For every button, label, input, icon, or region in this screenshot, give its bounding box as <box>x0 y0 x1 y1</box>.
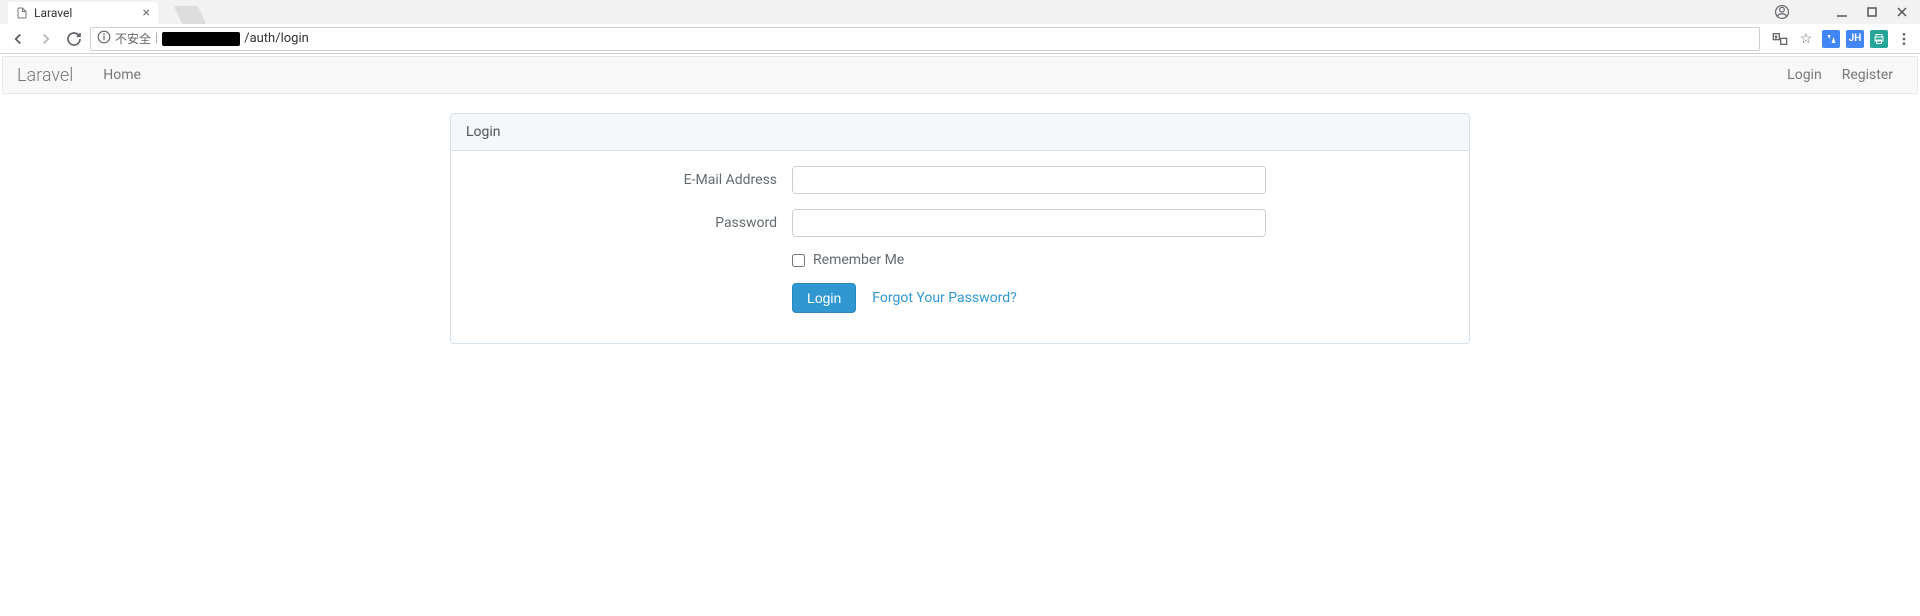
actions-row: Login Forgot Your Password? <box>466 283 1454 313</box>
close-window-icon[interactable] <box>1888 2 1916 22</box>
tab-title: Laravel <box>34 6 72 20</box>
security-label: 不安全 <box>115 30 151 47</box>
email-label: E-Mail Address <box>466 172 792 188</box>
forward-button[interactable] <box>34 27 58 51</box>
bookmark-star-icon[interactable]: ☆ <box>1796 29 1816 49</box>
address-bar[interactable]: 不安全 | /auth/login <box>90 27 1760 51</box>
app-navbar: Laravel Home Login Register <box>2 56 1918 94</box>
translate-icon[interactable] <box>1770 29 1790 49</box>
back-button[interactable] <box>6 27 30 51</box>
close-tab-icon[interactable]: × <box>143 5 150 21</box>
profile-icon[interactable] <box>1768 2 1796 22</box>
extension-jh-icon[interactable]: JH <box>1846 30 1864 48</box>
login-panel: Login E-Mail Address Password Remember M… <box>450 113 1470 344</box>
minimize-window-icon[interactable] <box>1828 2 1856 22</box>
browser-tab[interactable]: Laravel × <box>8 2 158 24</box>
remember-row: Remember Me <box>466 252 1454 268</box>
chrome-menu-icon[interactable] <box>1894 29 1914 49</box>
forgot-password-link[interactable]: Forgot Your Password? <box>860 284 1028 312</box>
email-row: E-Mail Address <box>466 166 1454 194</box>
nav-login[interactable]: Login <box>1777 67 1832 83</box>
maximize-window-icon[interactable] <box>1858 2 1886 22</box>
url-redacted <box>162 32 240 46</box>
email-field[interactable] <box>792 166 1266 194</box>
login-button[interactable]: Login <box>792 283 856 313</box>
remember-checkbox[interactable] <box>792 254 805 267</box>
url-path: /auth/login <box>244 31 309 46</box>
password-row: Password <box>466 209 1454 237</box>
new-tab-button[interactable] <box>174 6 206 24</box>
nav-home[interactable]: Home <box>93 67 151 83</box>
navbar-brand[interactable]: Laravel <box>17 65 73 86</box>
browser-toolbar: 不安全 | /auth/login ☆ JH <box>0 24 1920 54</box>
panel-body: E-Mail Address Password Remember Me <box>451 151 1469 343</box>
page-container: Login E-Mail Address Password Remember M… <box>390 94 1530 363</box>
nav-register[interactable]: Register <box>1832 67 1903 83</box>
browser-tab-strip: Laravel × <box>0 0 1920 24</box>
password-field[interactable] <box>792 209 1266 237</box>
page-icon <box>16 7 28 19</box>
password-label: Password <box>466 215 792 231</box>
info-icon <box>97 30 111 48</box>
extension-translate-icon[interactable] <box>1822 30 1840 48</box>
reload-button[interactable] <box>62 27 86 51</box>
panel-heading: Login <box>451 114 1469 151</box>
remember-label: Remember Me <box>813 252 904 268</box>
extension-printer-icon[interactable] <box>1870 30 1888 48</box>
